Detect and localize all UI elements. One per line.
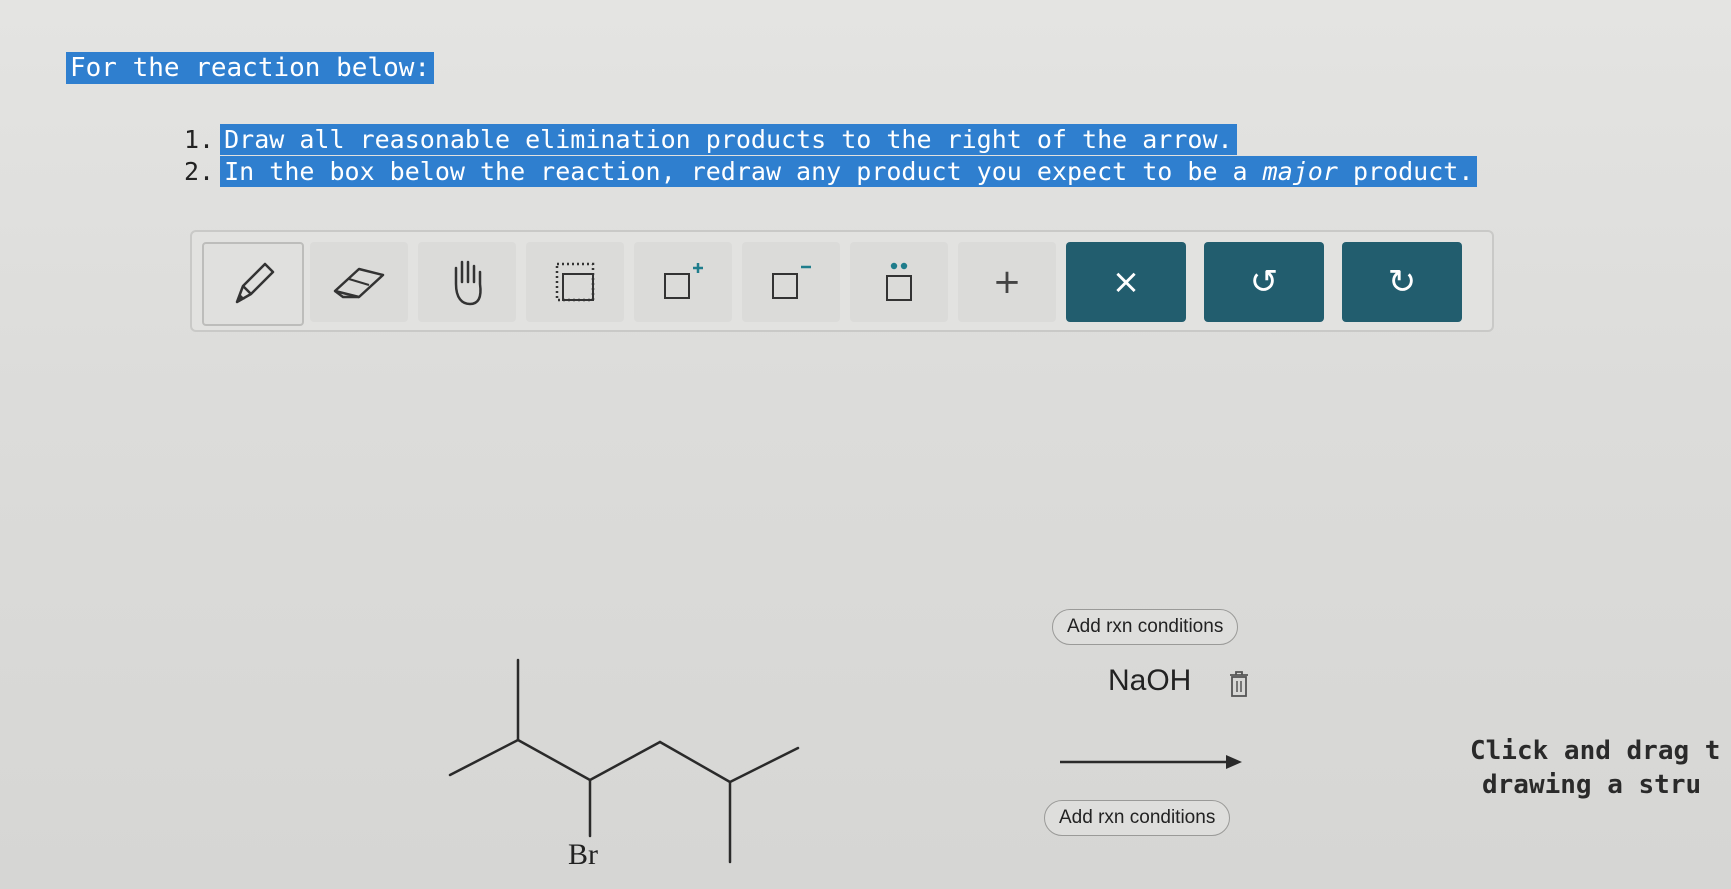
canvas-hint: Click and drag t drawing a stru — [1470, 734, 1731, 802]
bond — [448, 738, 520, 777]
bond — [658, 740, 732, 784]
bond — [588, 740, 662, 782]
add-conditions-bottom-button[interactable]: Add rxn conditions — [1044, 800, 1231, 836]
bromine-label: Br — [568, 838, 598, 871]
bond — [728, 746, 800, 784]
bond — [516, 738, 592, 782]
reagent-label[interactable]: NaOH — [1108, 664, 1191, 698]
reaction-arrow — [1060, 755, 1242, 769]
hint-line-2: drawing a stru — [1482, 770, 1702, 800]
trash-icon[interactable] — [1228, 670, 1250, 698]
add-conditions-top-button[interactable]: Add rxn conditions — [1052, 609, 1239, 645]
hint-line-1: Click and drag t — [1470, 736, 1721, 766]
